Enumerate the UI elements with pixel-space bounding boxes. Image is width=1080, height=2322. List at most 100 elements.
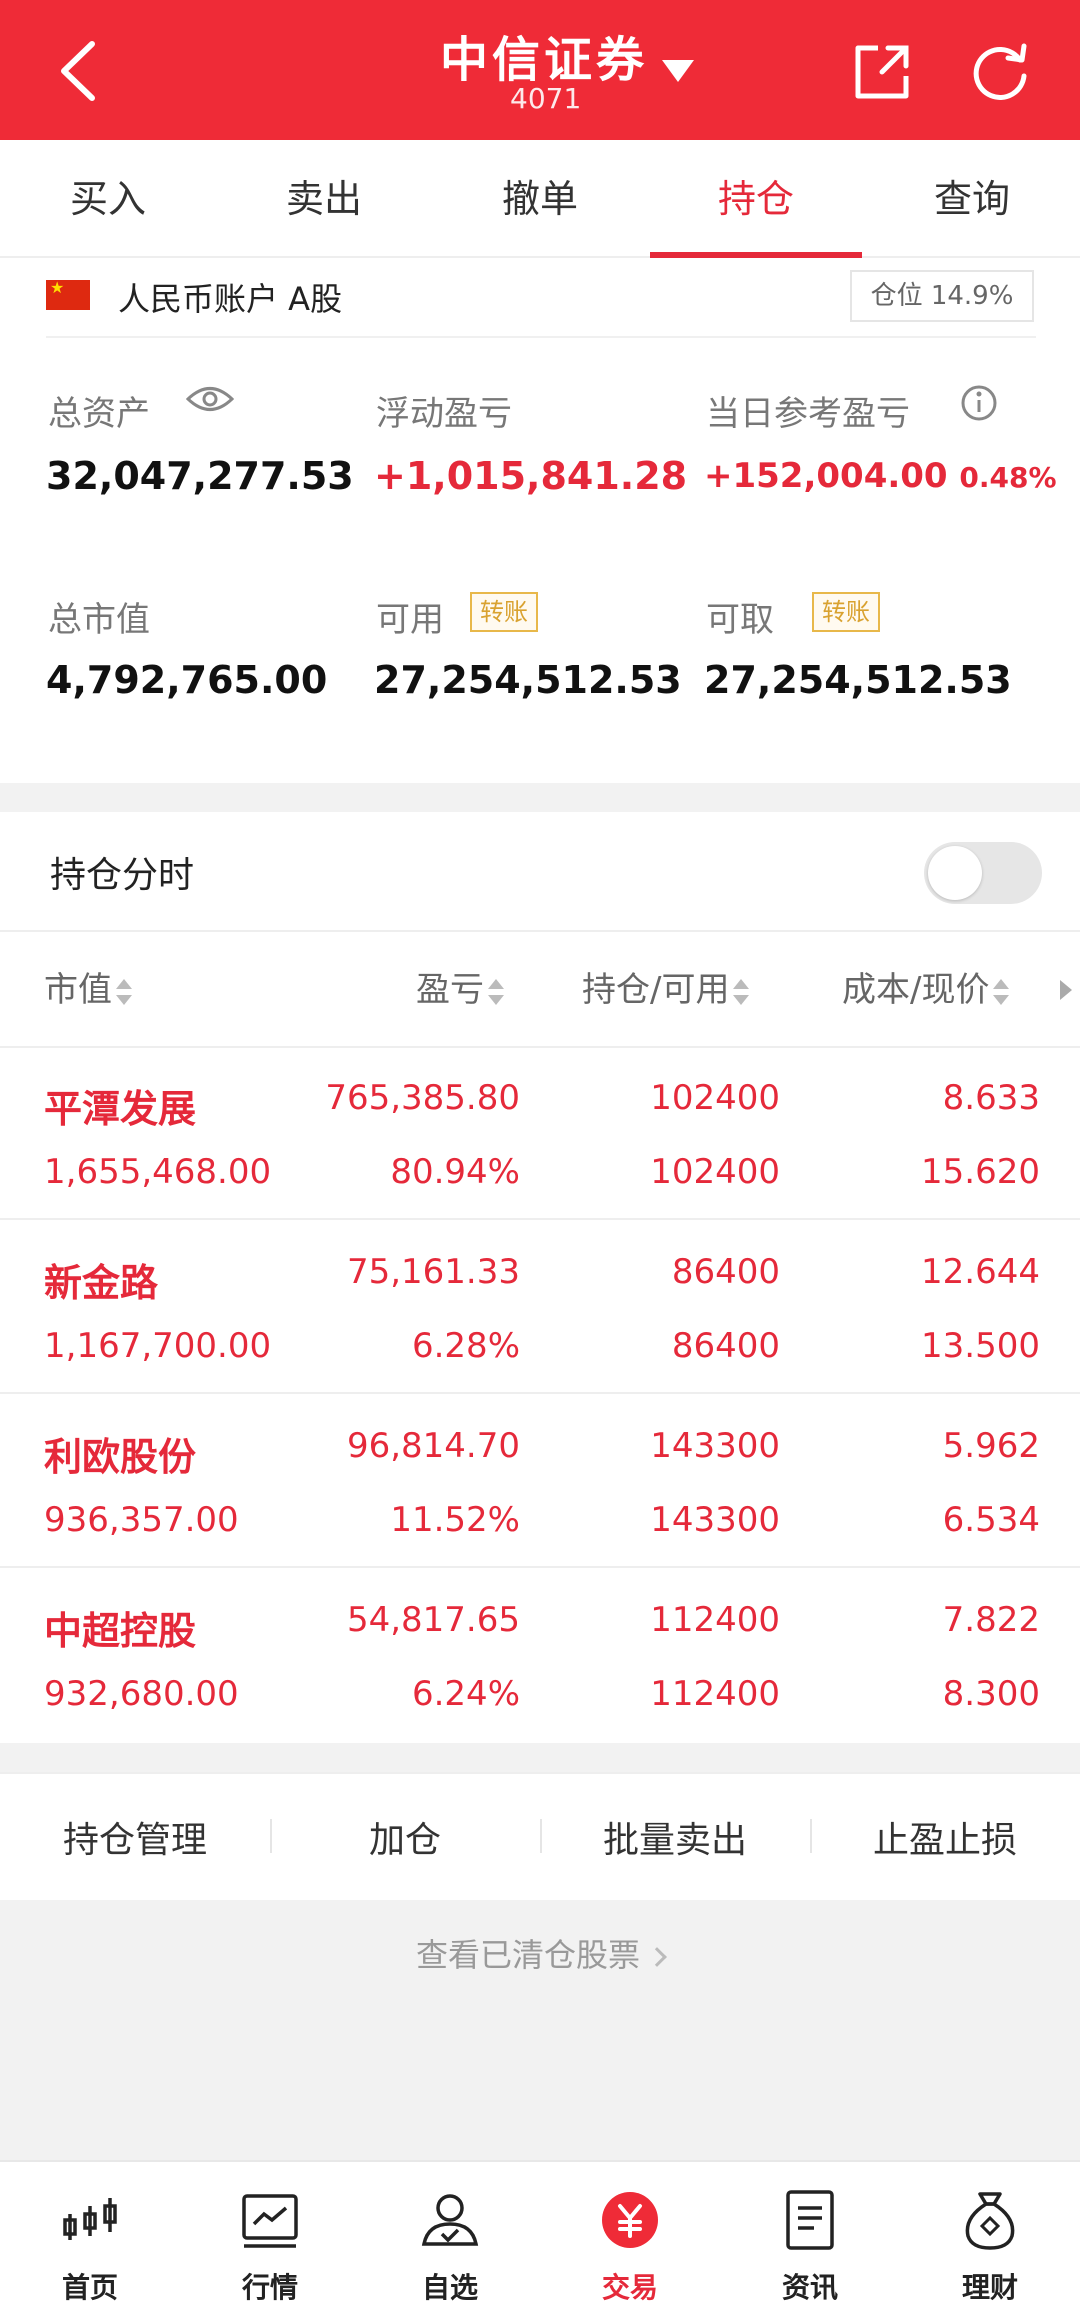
eye-icon[interactable] <box>186 384 234 414</box>
nav-wealth[interactable]: 理财 <box>900 2162 1080 2322</box>
col-header-pl[interactable]: 盈亏 <box>416 962 504 1011</box>
daily-pl-label: 当日参考盈亏 <box>706 394 910 434</box>
tab-buy[interactable]: 买入 <box>0 140 216 256</box>
stock-pl: 75,161.33 <box>346 1252 520 1292</box>
account-dropdown-icon[interactable] <box>662 60 694 82</box>
nav-market[interactable]: 行情 <box>180 2162 360 2322</box>
bottom-nav: 首页 行情 自选 交易 资讯 理财 <box>0 2160 1080 2322</box>
daily-pl-amount: +152,004.00 <box>704 456 948 496</box>
document-icon <box>786 2190 834 2250</box>
trade-tabs: 买入 卖出 撤单 持仓 查询 <box>0 140 1080 258</box>
sort-icon <box>488 977 504 1007</box>
market-value-value: 4,792,765.00 <box>46 658 328 702</box>
table-row[interactable]: 平潭发展 1,655,468.00 765,385.80 80.94% 1024… <box>0 1048 1080 1220</box>
total-assets-value: 32,047,277.53 <box>46 454 354 498</box>
stock-pl-pct: 6.28% <box>411 1326 520 1366</box>
stock-pl: 96,814.70 <box>346 1426 520 1466</box>
stock-name: 新金路 <box>44 1261 159 1305</box>
sort-icon <box>116 977 132 1007</box>
stock-available: 102400 <box>650 1152 780 1192</box>
account-summary-card: 人民币账户 A股 仓位 14.9% 总资产 32,047,277.53 浮动盈亏… <box>0 258 1080 783</box>
stock-cost: 5.962 <box>942 1426 1040 1466</box>
stock-market-value: 932,680.00 <box>44 1674 239 1714</box>
stock-pl-pct: 6.24% <box>411 1674 520 1714</box>
stock-holding: 112400 <box>650 1600 780 1640</box>
stock-cost: 7.822 <box>942 1600 1040 1640</box>
stock-name: 中超控股 <box>44 1609 197 1653</box>
top-bar: 中信证券 4071 <box>0 0 1080 140</box>
intraday-toggle[interactable] <box>924 842 1042 904</box>
tab-sell[interactable]: 卖出 <box>216 140 432 256</box>
stock-pl: 765,385.80 <box>325 1078 520 1118</box>
col-header-holdings[interactable]: 持仓/可用 <box>582 962 750 1011</box>
daily-pl-value: +152,004.00 0.48% <box>704 456 1057 496</box>
floating-pl-label: 浮动盈亏 <box>376 394 512 434</box>
tab-cancel[interactable]: 撤单 <box>432 140 648 256</box>
table-row[interactable]: 利欧股份 936,357.00 96,814.70 11.52% 143300 … <box>0 1396 1080 1568</box>
nav-home[interactable]: 首页 <box>0 2162 180 2322</box>
stock-market-value: 936,357.00 <box>44 1500 239 1540</box>
chevron-right-icon <box>647 1947 667 1967</box>
manage-holdings-button[interactable]: 持仓管理 <box>0 1811 270 1863</box>
stock-pl-pct: 80.94% <box>390 1152 520 1192</box>
share-icon[interactable] <box>852 42 912 102</box>
floating-pl-value: +1,015,841.28 <box>374 454 688 498</box>
info-icon[interactable] <box>960 384 998 422</box>
chart-line-icon <box>242 2194 298 2248</box>
broker-title[interactable]: 中信证券 <box>440 20 648 90</box>
stop-profit-loss-button[interactable]: 止盈止损 <box>810 1811 1080 1863</box>
stock-market-value: 1,655,468.00 <box>44 1152 272 1192</box>
table-row[interactable]: 中超控股 932,680.00 54,817.65 6.24% 112400 1… <box>0 1570 1080 1742</box>
stock-available: 86400 <box>671 1326 780 1366</box>
available-transfer-button[interactable]: 转账 <box>470 592 538 632</box>
tab-holdings[interactable]: 持仓 <box>648 140 864 258</box>
stock-price: 15.620 <box>921 1152 1040 1192</box>
batch-sell-button[interactable]: 批量卖出 <box>540 1811 810 1863</box>
stock-name: 平潭发展 <box>44 1087 197 1131</box>
stock-market-value: 1,167,700.00 <box>44 1326 272 1366</box>
available-label: 可用 <box>376 600 444 640</box>
table-row[interactable]: 新金路 1,167,700.00 75,161.33 6.28% 86400 8… <box>0 1222 1080 1394</box>
money-bag-icon <box>965 2192 1015 2250</box>
nav-news[interactable]: 资讯 <box>720 2162 900 2322</box>
divider <box>46 336 1036 338</box>
col-header-market-value[interactable]: 市值 <box>44 962 132 1011</box>
tab-query[interactable]: 查询 <box>864 140 1080 256</box>
scroll-right-icon[interactable] <box>1060 980 1072 1000</box>
holding-actions: 持仓管理 加仓 批量卖出 止盈止损 <box>0 1772 1080 1900</box>
add-position-button[interactable]: 加仓 <box>270 1811 540 1863</box>
refresh-icon[interactable] <box>968 40 1032 104</box>
stock-price: 8.300 <box>942 1674 1040 1714</box>
stock-available: 112400 <box>650 1674 780 1714</box>
stock-price: 13.500 <box>921 1326 1040 1366</box>
market-value-label: 总市值 <box>48 600 150 640</box>
user-icon <box>421 2194 479 2246</box>
col-header-cost-price[interactable]: 成本/现价 <box>842 962 1010 1011</box>
daily-pl-percent: 0.48% <box>959 461 1057 494</box>
divider <box>0 930 1080 932</box>
intraday-toggle-label: 持仓分时 <box>50 855 195 896</box>
stock-name: 利欧股份 <box>44 1435 197 1479</box>
holdings-section: 持仓分时 市值 盈亏 持仓/可用 成本/现价 平潭发展 1,655,468.00… <box>0 812 1080 1743</box>
stock-holding: 143300 <box>650 1426 780 1466</box>
withdrawable-transfer-button[interactable]: 转账 <box>812 592 880 632</box>
nav-watchlist[interactable]: 自选 <box>360 2162 540 2322</box>
total-assets-label: 总资产 <box>48 394 150 434</box>
yuan-icon <box>602 2192 658 2248</box>
stock-cost: 8.633 <box>942 1078 1040 1118</box>
available-value: 27,254,512.53 <box>374 658 682 702</box>
candlestick-icon <box>63 2198 117 2240</box>
stock-pl: 54,817.65 <box>346 1600 520 1640</box>
nav-trade[interactable]: 交易 <box>540 2162 720 2322</box>
back-arrow-icon[interactable] <box>50 38 110 104</box>
stock-price: 6.534 <box>942 1500 1040 1540</box>
view-cleared-stocks-link[interactable]: 查看已清仓股票 <box>0 1930 1080 1976</box>
stock-cost: 12.644 <box>921 1252 1040 1292</box>
withdrawable-value: 27,254,512.53 <box>704 658 1012 702</box>
stock-holding: 102400 <box>650 1078 780 1118</box>
account-label[interactable]: 人民币账户 A股 <box>118 274 342 320</box>
sort-icon <box>993 977 1010 1007</box>
sort-icon <box>733 977 750 1007</box>
china-flag-icon <box>46 278 90 310</box>
withdrawable-label: 可取 <box>706 600 774 640</box>
